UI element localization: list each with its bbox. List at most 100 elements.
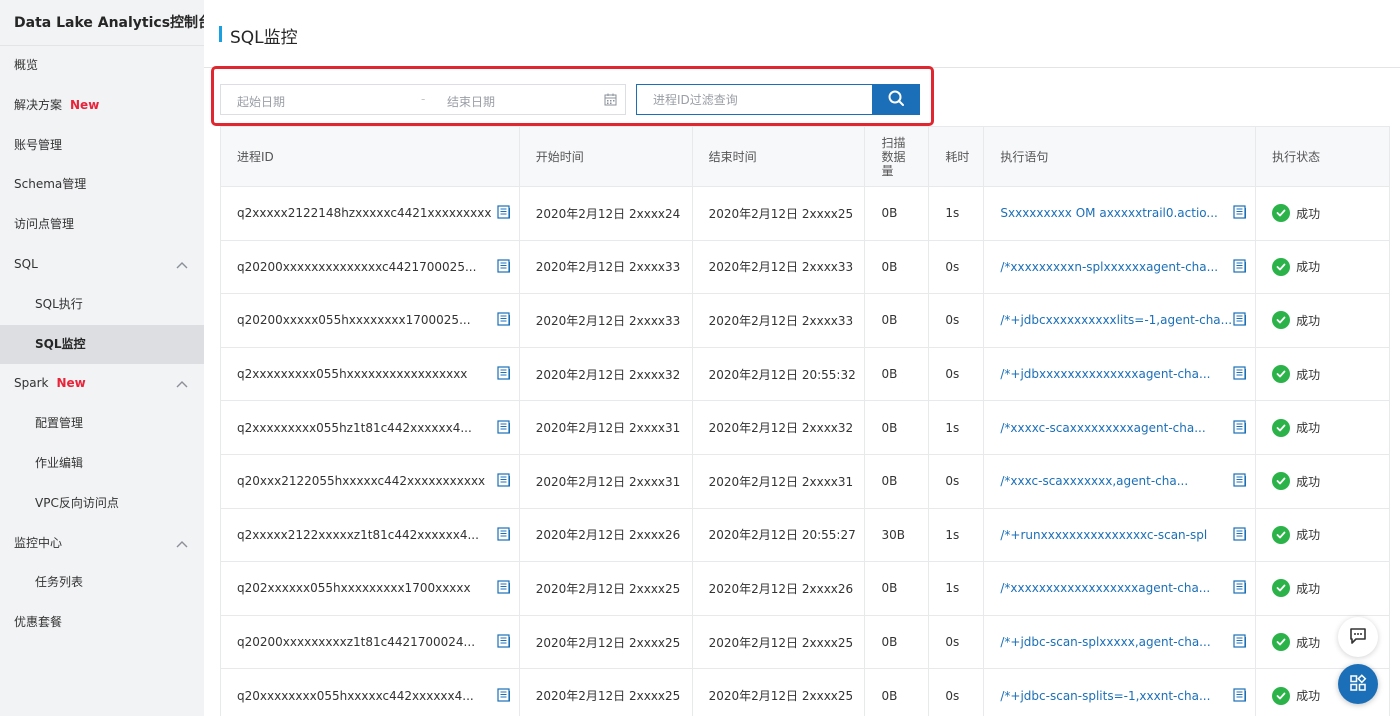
- process-id: q20200xxxxxxxxxz1t81c4421700024...: [237, 635, 476, 650]
- chevron-up-icon[interactable]: [176, 524, 188, 564]
- sidebar-item[interactable]: SQL: [0, 245, 204, 285]
- sidebar-item-label: 解决方案: [14, 97, 63, 112]
- start-date-field[interactable]: 起始日期: [237, 93, 285, 110]
- sidebar-item[interactable]: 解决方案 New: [0, 86, 204, 126]
- sidebar-item[interactable]: 配置管理: [0, 404, 204, 444]
- table-row: q2xxxxxxxxx055hxxxxxxxxxxxxxxxxx 2020年2月1…: [220, 347, 1391, 402]
- sidebar-item[interactable]: 监控中心: [0, 524, 204, 564]
- document-icon[interactable]: [1233, 366, 1247, 383]
- end-time-cell: 2020年2月12日 2xxxx33: [693, 294, 866, 347]
- document-icon[interactable]: [497, 366, 511, 383]
- apps-icon: [1349, 673, 1367, 695]
- statement-link[interactable]: /*xxxxxxxxxxxxxxxxxxagent-cha...: [1000, 581, 1210, 595]
- document-icon[interactable]: [497, 312, 511, 329]
- statement-cell: /*+jdbcxxxxxxxxxxlits=-1,agent-cha...: [984, 294, 1257, 347]
- chevron-up-icon[interactable]: [176, 364, 188, 404]
- document-icon[interactable]: [1233, 688, 1247, 705]
- document-icon[interactable]: [497, 473, 511, 490]
- document-icon[interactable]: [497, 634, 511, 651]
- chat-icon: [1349, 627, 1367, 648]
- statement-link[interactable]: Sxxxxxxxxx OM axxxxxtrail0.actio...: [1000, 206, 1218, 220]
- table-header: 进程ID 开始时间 结束时间 扫描数据量 耗时 执行语句 执行状态: [220, 127, 1391, 187]
- statement-link[interactable]: /*xxxxc-scaxxxxxxxxxagent-cha...: [1000, 421, 1205, 435]
- statement-link[interactable]: /*+runxxxxxxxxxxxxxxxc-scan-spl: [1000, 528, 1207, 542]
- chat-button[interactable]: [1338, 617, 1378, 657]
- sidebar-item[interactable]: Spark New: [0, 364, 204, 404]
- check-circle-icon: [1272, 204, 1291, 223]
- duration-cell: 1s: [929, 401, 985, 454]
- document-icon[interactable]: [1233, 634, 1247, 651]
- document-icon[interactable]: [497, 527, 511, 544]
- sidebar-item[interactable]: SQL执行: [0, 285, 204, 325]
- process-id-cell: q2xxxxx2122148hzxxxxxc4421xxxxxxxxx: [221, 187, 520, 240]
- sidebar-item[interactable]: SQL监控: [0, 324, 204, 365]
- main-content: SQL监控 起始日期 - 结束日期 进程ID 开始时间 结束时间 扫描数据量 耗…: [204, 0, 1400, 716]
- sidebar-item[interactable]: 账号管理: [0, 126, 204, 166]
- sidebar-item[interactable]: Schema管理: [0, 165, 204, 205]
- scan-size-cell: 0B: [865, 562, 930, 615]
- process-id-cell: q20xxx2122055hxxxxxc442xxxxxxxxxxx: [221, 454, 520, 508]
- statement-link[interactable]: /*+jdbc-scan-splxxxxx,agent-cha...: [1000, 635, 1210, 649]
- statement-link[interactable]: /*xxxxxxxxxn-splxxxxxxagent-cha...: [1000, 260, 1218, 274]
- document-icon[interactable]: [1233, 527, 1247, 544]
- statement-link[interactable]: /*+jdbc-scan-splits=-1,xxxnt-cha...: [1000, 689, 1210, 703]
- document-icon[interactable]: [497, 580, 511, 597]
- process-id-cell: q20200xxxxxxxxxxxxxxc4421700025...: [221, 240, 520, 294]
- document-icon[interactable]: [1233, 312, 1247, 329]
- document-icon[interactable]: [1233, 473, 1247, 490]
- apps-button[interactable]: [1338, 664, 1378, 704]
- check-circle-icon: [1272, 365, 1291, 384]
- statement-link[interactable]: /*+jdbcxxxxxxxxxxlits=-1,agent-cha...: [1000, 313, 1232, 327]
- document-icon[interactable]: [497, 259, 511, 276]
- table-body: q2xxxxx2122148hzxxxxxc4421xxxxxxxxx 2020年…: [220, 187, 1391, 716]
- sidebar-item[interactable]: 优惠套餐: [0, 603, 204, 643]
- status-text: 成功: [1296, 421, 1321, 436]
- sidebar-item[interactable]: 访问点管理: [0, 205, 204, 245]
- app-title: Data Lake Analytics控制台: [0, 0, 212, 46]
- status-cell: 成功: [1256, 562, 1391, 615]
- duration-cell: 1s: [929, 508, 985, 562]
- sidebar-item[interactable]: VPC反向访问点: [0, 484, 204, 524]
- process-id: q20200xxxxxxxxxxxxxxc4421700025...: [237, 259, 477, 274]
- end-time-cell: 2020年2月12日 2xxxx31: [693, 454, 866, 508]
- search-icon: [888, 90, 904, 109]
- document-icon[interactable]: [497, 205, 511, 222]
- table-row: q20200xxxxxxxxxz1t81c4421700024... 2020年2…: [220, 615, 1391, 670]
- date-range-picker[interactable]: 起始日期 - 结束日期: [220, 84, 626, 115]
- process-id: q2xxxxx2122148hzxxxxxc4421xxxxxxxxx: [237, 206, 492, 221]
- document-icon[interactable]: [1233, 259, 1247, 276]
- statement-link[interactable]: /*+jdbxxxxxxxxxxxxxxagent-cha...: [1000, 367, 1210, 381]
- document-icon[interactable]: [1233, 205, 1247, 222]
- statement-link[interactable]: /*xxxc-scaxxxxxxx,agent-cha...: [1000, 474, 1188, 488]
- search-button[interactable]: [872, 84, 920, 115]
- duration-cell: 0s: [929, 669, 985, 716]
- start-time-cell: 2020年2月12日 2xxxx25: [520, 562, 693, 615]
- status-text: 成功: [1296, 260, 1321, 275]
- check-circle-icon: [1272, 472, 1291, 491]
- sidebar-item[interactable]: 概览: [0, 46, 204, 86]
- status-text: 成功: [1296, 313, 1321, 328]
- document-icon[interactable]: [1233, 420, 1247, 437]
- new-badge: New: [70, 97, 100, 112]
- process-id-search-input[interactable]: [636, 84, 873, 115]
- end-date-field[interactable]: 结束日期: [447, 93, 495, 110]
- scan-size-cell: 0B: [865, 615, 930, 669]
- col-status: 执行状态: [1256, 127, 1391, 186]
- statement-cell: /*xxxxxxxxxxxxxxxxxxagent-cha...: [984, 562, 1257, 615]
- sidebar-item[interactable]: 任务列表: [0, 563, 204, 603]
- sidebar-item[interactable]: 作业编辑: [0, 444, 204, 484]
- sidebar-item-label: 访问点管理: [14, 217, 75, 232]
- scan-size-cell: 0B: [865, 454, 930, 508]
- status-text: 成功: [1296, 206, 1321, 221]
- process-id-cell: q20200xxxxx055hxxxxxxxx1700025...: [221, 294, 520, 347]
- duration-cell: 0s: [929, 294, 985, 347]
- calendar-icon[interactable]: [604, 93, 617, 109]
- process-id: q20xxx2122055hxxxxxc442xxxxxxxxxxx: [237, 474, 486, 489]
- end-time-cell: 2020年2月12日 2xxxx32: [693, 401, 866, 454]
- document-icon[interactable]: [1233, 580, 1247, 597]
- chevron-up-icon[interactable]: [176, 245, 188, 285]
- duration-cell: 0s: [929, 454, 985, 508]
- document-icon[interactable]: [497, 688, 511, 705]
- page-header: SQL监控: [204, 0, 1400, 68]
- document-icon[interactable]: [497, 420, 511, 437]
